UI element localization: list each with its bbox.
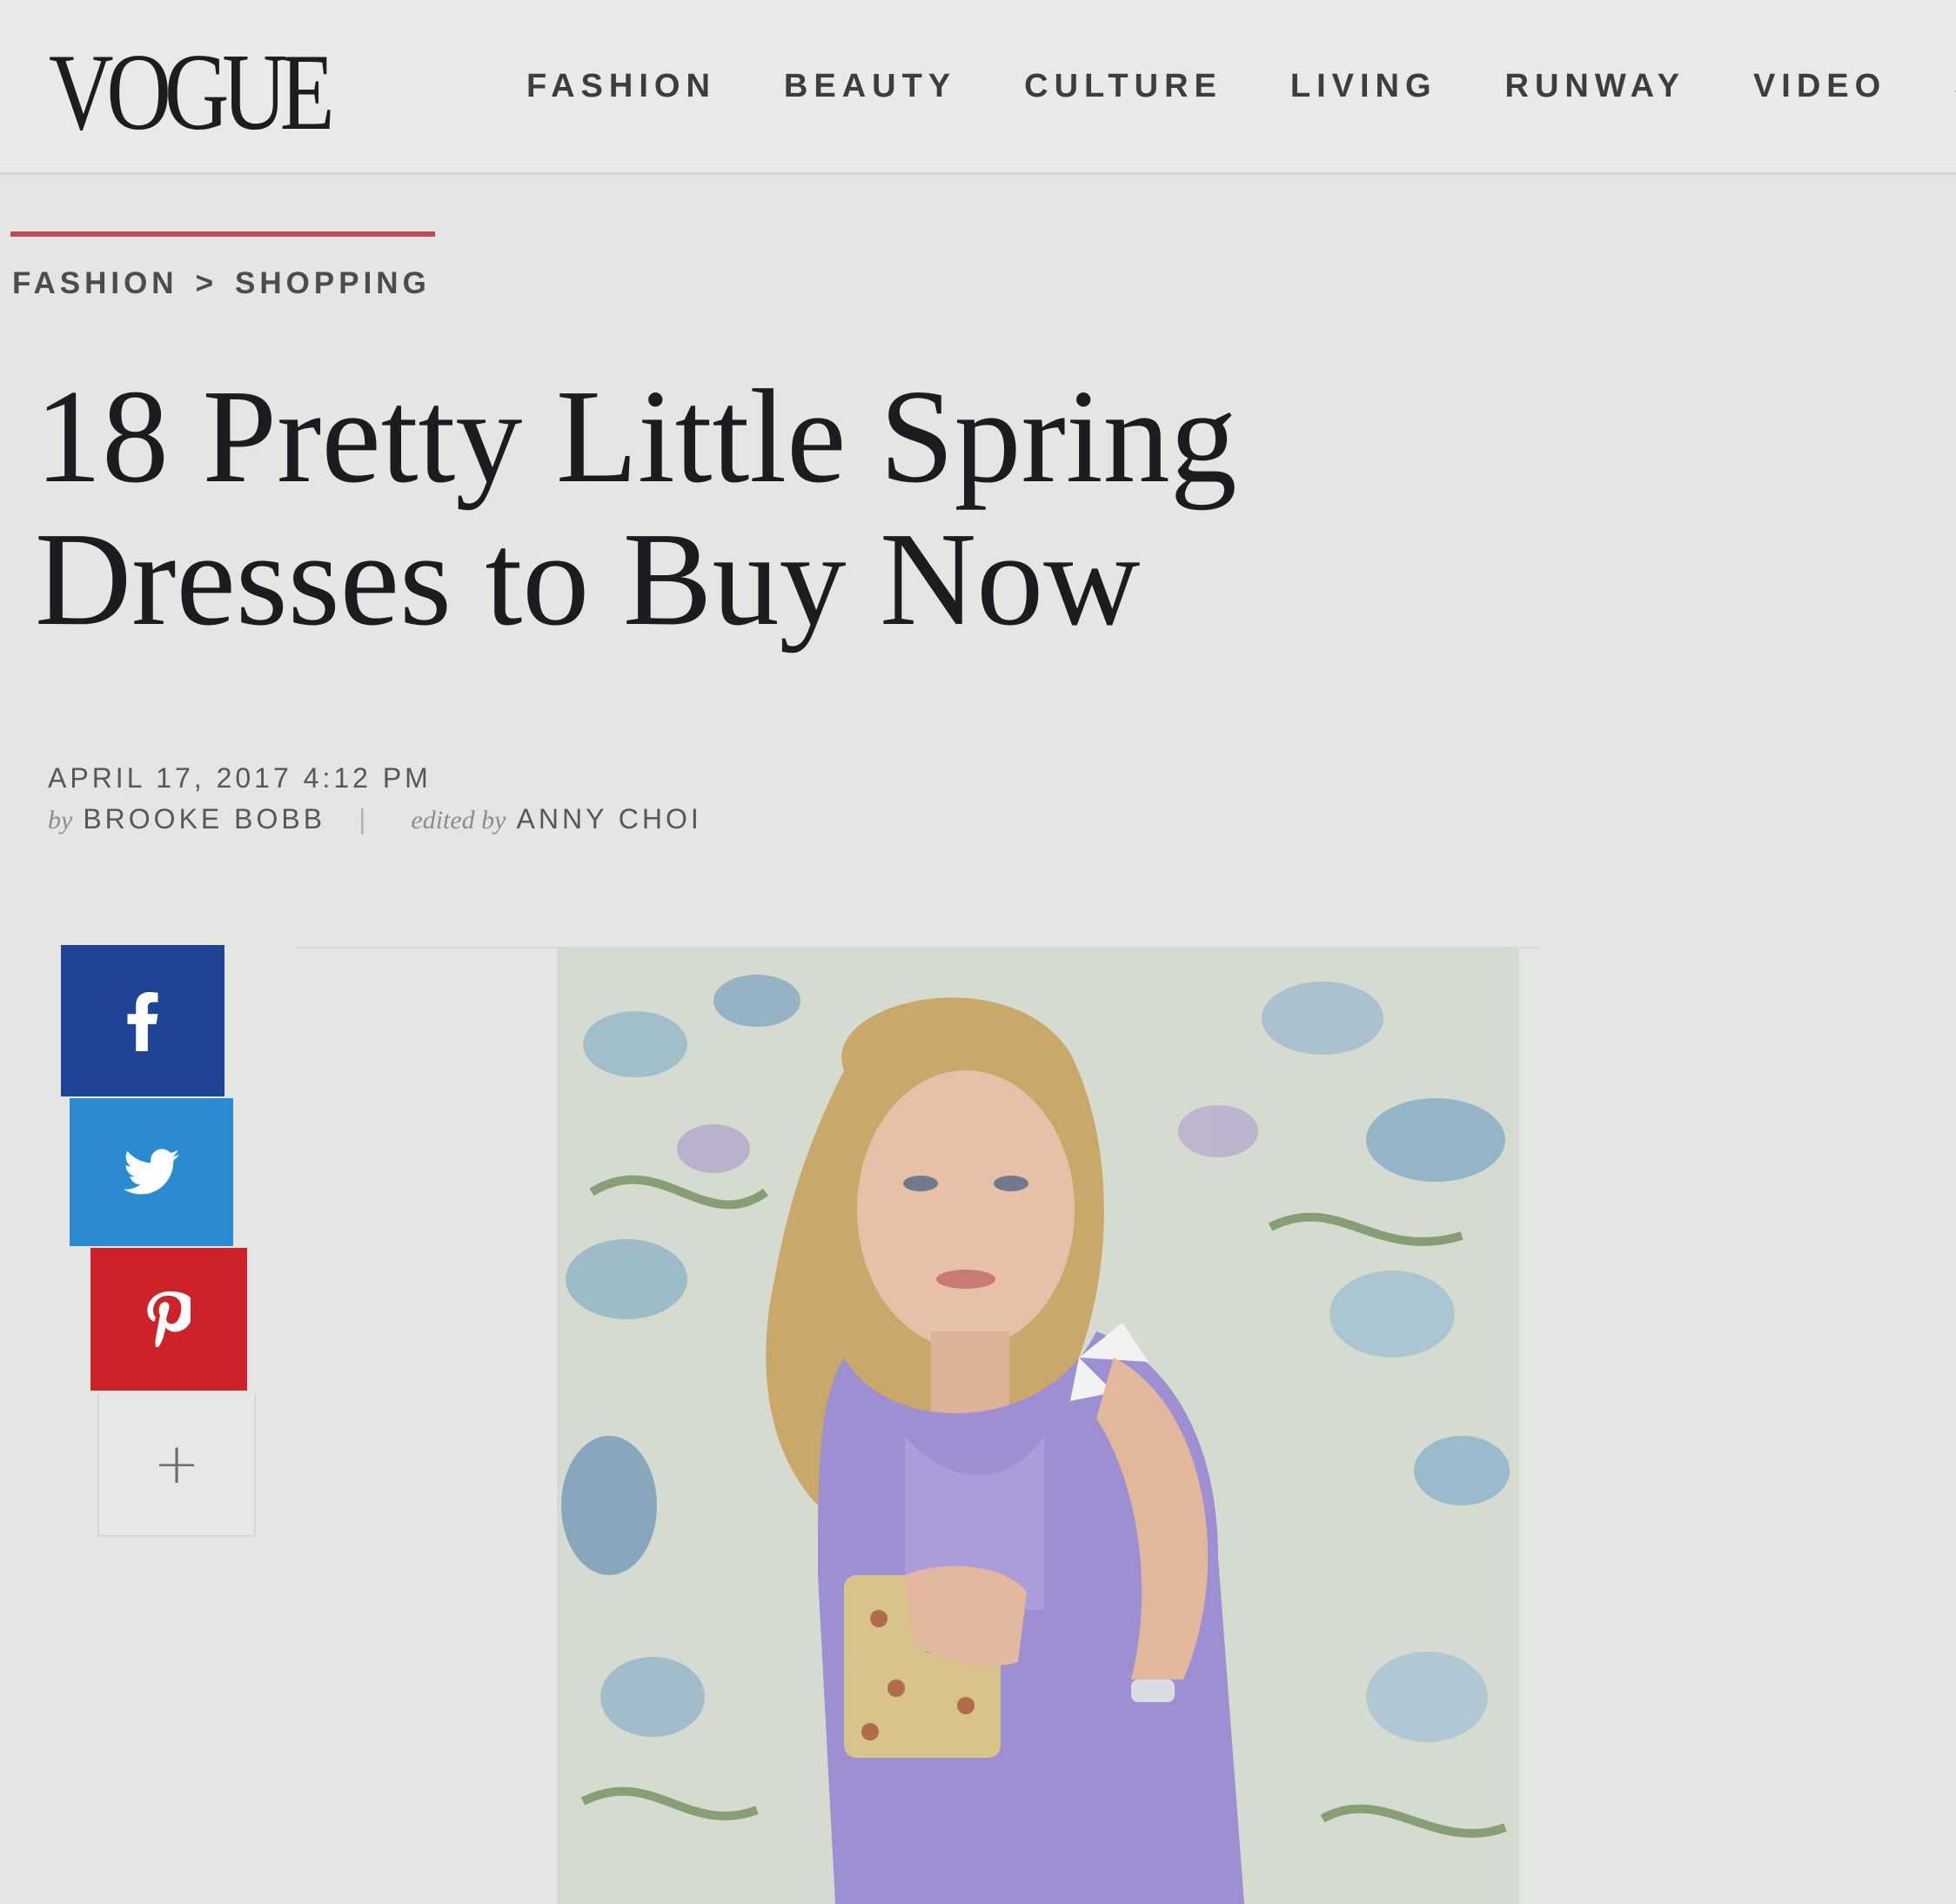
editor-link[interactable]: ANNY CHOI (517, 803, 702, 835)
edited-by-prefix: edited by (411, 806, 506, 835)
share-twitter-button[interactable] (70, 1098, 233, 1246)
nav-item-living[interactable]: LIVING (1290, 68, 1437, 105)
article-title: 18 Pretty Little Spring Dresses to Buy N… (35, 365, 1340, 651)
pinterest-icon (147, 1291, 191, 1347)
share-more-button[interactable]: + (97, 1394, 256, 1537)
site-header: VOGUE FASHION BEAUTY CULTURE LIVING RUNW… (0, 0, 1956, 175)
nav-item-culture[interactable]: CULTURE (1024, 68, 1222, 105)
plus-icon: + (153, 1432, 200, 1497)
breadcrumb-shopping-link[interactable]: SHOPPING (235, 266, 431, 301)
hero-image[interactable] (557, 949, 1519, 1904)
breadcrumb-fashion-link[interactable]: FASHION (12, 266, 178, 301)
twitter-icon (124, 1149, 179, 1195)
nav-item-beauty[interactable]: BEAUTY (784, 68, 956, 105)
breadcrumb-separator: > (195, 266, 218, 300)
by-prefix: by (48, 806, 73, 835)
nav-item-runway[interactable]: RUNWAY (1505, 68, 1685, 105)
share-facebook-button[interactable] (61, 945, 224, 1096)
nav-item-fashion[interactable]: FASHION (526, 68, 716, 105)
publish-date: APRIL 17, 2017 4:12 PM (48, 762, 432, 794)
nav-item-video[interactable]: VIDEO (1753, 68, 1886, 105)
hero-photo-illustration (557, 949, 1519, 1904)
article-title-line-1: 18 Pretty Little Spring (35, 363, 1237, 511)
byline: by BROOKE BOBB | edited by ANNY CHOI (48, 803, 702, 835)
author-link[interactable]: BROOKE BOBB (83, 803, 325, 835)
facebook-icon (127, 991, 158, 1051)
share-pinterest-button[interactable] (90, 1248, 247, 1391)
article-title-line-2: Dresses to Buy Now (35, 506, 1141, 654)
section-accent-rule (10, 231, 435, 237)
main-nav: FASHION BEAUTY CULTURE LIVING RUNWAY VID… (526, 68, 1956, 105)
byline-divider: | (358, 803, 370, 835)
vogue-logo[interactable]: VOGUE (49, 38, 335, 148)
article-meta: APRIL 17, 2017 4:12 PM by BROOKE BOBB | … (48, 762, 702, 835)
breadcrumb: FASHION > SHOPPING (12, 266, 431, 301)
